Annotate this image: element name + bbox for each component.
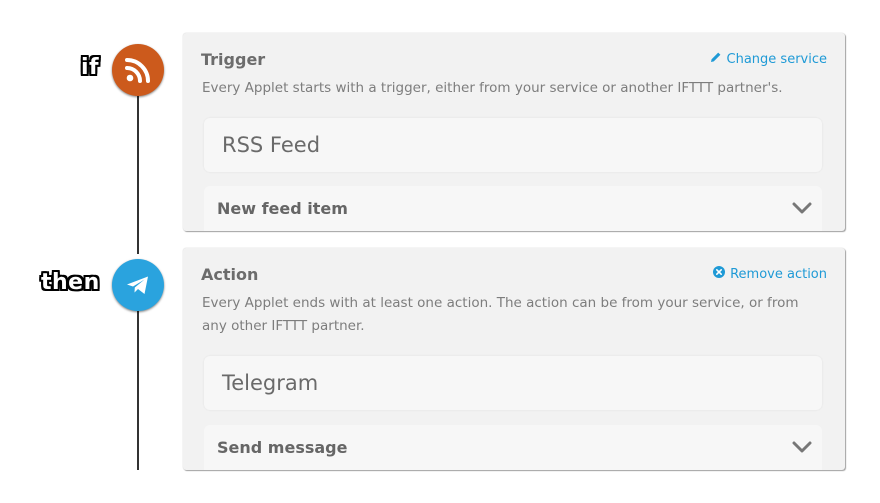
trigger-description: Every Applet starts with a trigger, eith… <box>202 80 783 96</box>
trigger-select[interactable]: New feed item <box>204 186 822 231</box>
chevron-down-icon <box>792 438 812 457</box>
pencil-icon <box>710 51 722 67</box>
trigger-service-name: RSS Feed <box>222 133 321 157</box>
trigger-card: Trigger Change service Every Applet star… <box>183 33 845 231</box>
rss-icon <box>112 44 164 96</box>
action-service-name: Telegram <box>222 371 319 395</box>
chevron-down-icon <box>792 199 812 218</box>
action-selected-option: Send message <box>217 438 348 457</box>
change-service-link[interactable]: Change service <box>710 51 827 67</box>
then-step-label: then <box>41 270 100 295</box>
action-card: Action Remove action Every Applet ends w… <box>183 248 845 470</box>
if-step-label: if <box>81 55 100 80</box>
action-description: Every Applet ends with at least one acti… <box>202 295 799 334</box>
trigger-service-field[interactable]: RSS Feed <box>204 118 822 172</box>
timeline-connector-top <box>137 96 139 254</box>
remove-action-label: Remove action <box>730 266 827 282</box>
remove-circle-icon <box>713 266 726 282</box>
trigger-title: Trigger <box>201 50 266 69</box>
telegram-icon <box>112 259 164 311</box>
action-title: Action <box>201 265 259 284</box>
timeline-connector-bottom <box>137 311 139 470</box>
action-service-field[interactable]: Telegram <box>204 356 822 410</box>
change-service-label: Change service <box>726 51 827 67</box>
action-select[interactable]: Send message <box>204 425 822 470</box>
trigger-selected-option: New feed item <box>217 199 348 218</box>
remove-action-link[interactable]: Remove action <box>713 266 827 282</box>
